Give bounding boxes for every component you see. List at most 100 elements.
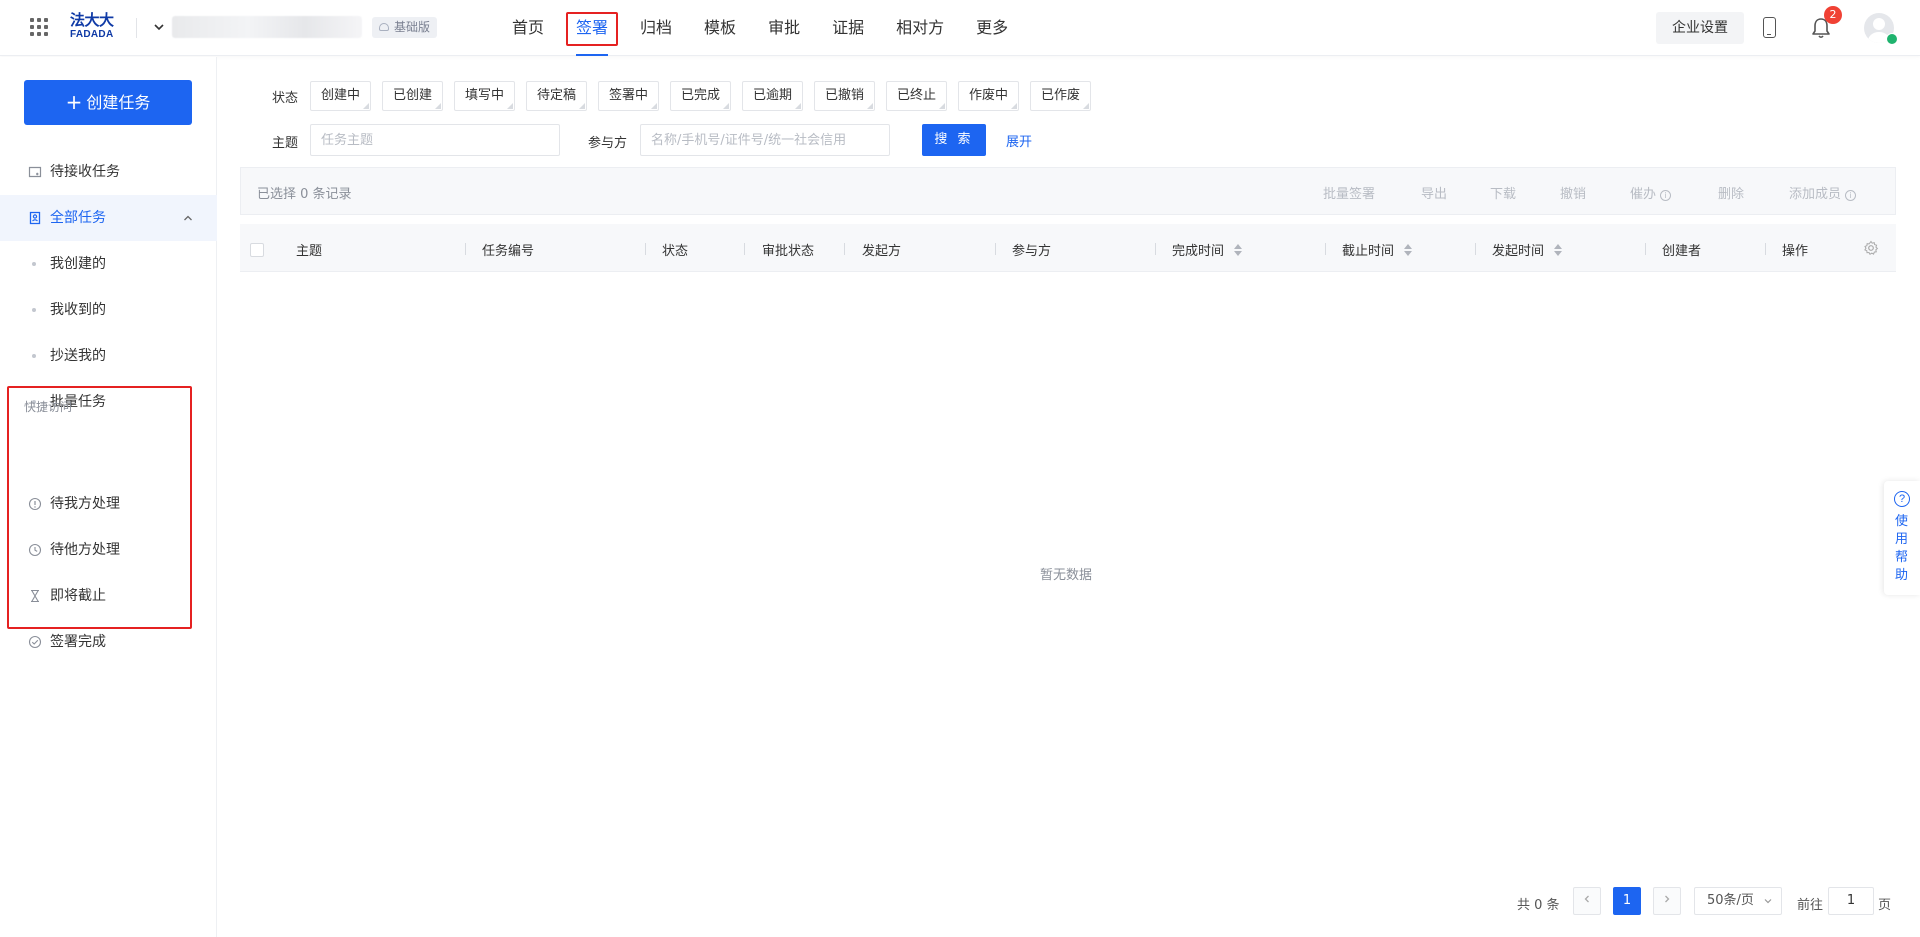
search-button[interactable]: 搜 索 (922, 124, 986, 156)
subject-input[interactable] (310, 124, 560, 156)
status-chip-voided[interactable]: 已作废 (1030, 81, 1092, 111)
document-icon (29, 211, 41, 225)
prev-page-button[interactable] (1573, 887, 1601, 915)
status-chip-terminated[interactable]: 已终止 (886, 81, 948, 111)
sidebar-item-received-by-me[interactable]: 我收到的 (0, 287, 217, 333)
gear-icon[interactable] (1863, 240, 1879, 256)
chevron-up-icon[interactable] (182, 212, 194, 224)
nav-sign[interactable]: 签署 (560, 0, 624, 56)
status-chip-created[interactable]: 已创建 (382, 81, 444, 111)
column-completed-time[interactable]: 完成时间 (1172, 240, 1243, 259)
mobile-icon[interactable] (1763, 17, 1776, 38)
export-button[interactable]: 导出 (1421, 183, 1447, 202)
logo-en: FADADA (70, 29, 114, 40)
sidebar-item-label: 全部任务 (50, 210, 106, 226)
subject-filter-label: 主题 (272, 136, 299, 151)
sidebar-item-pending-receive[interactable]: 待接收任务 (0, 149, 217, 195)
goto-suffix: 页 (1878, 898, 1892, 913)
column-separator (465, 243, 466, 255)
clock-icon (28, 543, 42, 557)
nav-evidence[interactable]: 证据 (816, 0, 880, 56)
sort-icon[interactable] (1554, 244, 1563, 256)
organization-name-blurred[interactable] (172, 16, 362, 38)
help-float-button[interactable]: ? 使用帮助 (1884, 481, 1920, 595)
page-number-current[interactable]: 1 (1613, 887, 1641, 915)
goto-page-input[interactable]: 1 (1828, 887, 1874, 915)
page-size-select[interactable]: 50条/页 (1694, 887, 1782, 915)
revoke-button[interactable]: 撤销 (1560, 183, 1586, 202)
sort-icon[interactable] (1234, 244, 1243, 256)
add-member-button[interactable]: 添加成员 i (1789, 183, 1857, 202)
column-separator (1645, 243, 1646, 255)
nav-home[interactable]: 首页 (496, 0, 560, 56)
create-task-button[interactable]: + 创建任务 (24, 80, 192, 125)
batch-sign-button[interactable]: 批量签署 (1323, 183, 1375, 202)
table-header: 主题 任务编号 状态 审批状态 发起方 参与方 完成时间 截止时间 发起时间 创… (240, 224, 1896, 272)
column-task-number: 任务编号 (482, 244, 535, 259)
status-chip-voiding[interactable]: 作废中 (958, 81, 1020, 111)
participant-input[interactable] (640, 124, 890, 156)
column-separator (645, 243, 646, 255)
status-chip-filling[interactable]: 填写中 (454, 81, 516, 111)
hourglass-icon (31, 589, 39, 603)
column-initiator: 发起方 (862, 244, 902, 259)
column-separator (1155, 243, 1156, 255)
quick-item-signed[interactable]: 签署完成 (0, 619, 217, 665)
sidebar-item-cc-me[interactable]: 抄送我的 (0, 333, 217, 379)
column-separator (1475, 243, 1476, 255)
quick-access-title: 快捷访问 (24, 400, 73, 414)
sidebar-item-created-by-me[interactable]: 我创建的 (0, 241, 217, 287)
column-creator: 创建者 (1662, 244, 1702, 259)
download-button[interactable]: 下载 (1490, 183, 1516, 202)
status-chip-overdue[interactable]: 已逾期 (742, 81, 804, 111)
status-chip-completed[interactable]: 已完成 (670, 81, 732, 111)
nav-template[interactable]: 模板 (688, 0, 752, 56)
delete-button[interactable]: 删除 (1718, 183, 1744, 202)
nav-archive[interactable]: 归档 (624, 0, 688, 56)
chevron-down-icon (1764, 899, 1772, 904)
column-separator (1765, 243, 1766, 255)
quick-item-due-soon[interactable]: 即将截止 (0, 573, 217, 619)
page-size-value: 50条/页 (1707, 893, 1754, 908)
column-subject: 主题 (296, 244, 323, 259)
status-chip-pending-final[interactable]: 待定稿 (526, 81, 588, 111)
create-task-label: 创建任务 (86, 93, 151, 112)
question-icon: ? (1894, 491, 1910, 507)
main-nav: 首页 签署 归档 模板 审批 证据 相对方 更多 (496, 0, 1024, 56)
remind-button[interactable]: 催办 i (1630, 183, 1672, 202)
column-operations: 操作 (1782, 244, 1809, 259)
column-deadline[interactable]: 截止时间 (1342, 240, 1413, 259)
header-divider (136, 18, 137, 38)
status-chip-revoked[interactable]: 已撤销 (814, 81, 876, 111)
logo-cn: 法大大 (70, 11, 114, 29)
info-circle-icon (28, 497, 42, 511)
nav-more[interactable]: 更多 (960, 0, 1024, 56)
enterprise-settings-button[interactable]: 企业设置 (1656, 12, 1744, 44)
sort-icon[interactable] (1404, 244, 1413, 256)
column-separator (995, 243, 996, 255)
select-all-checkbox[interactable] (250, 243, 264, 257)
column-approval-status: 审批状态 (762, 244, 815, 259)
next-page-button[interactable] (1653, 887, 1681, 915)
expand-filters-link[interactable]: 展开 (1006, 131, 1032, 150)
sidebar-item-all-tasks[interactable]: 全部任务 (0, 195, 217, 241)
nav-counterparty[interactable]: 相对方 (880, 0, 960, 56)
help-label: 使用帮助 (1895, 514, 1909, 583)
inbox-icon (28, 166, 42, 178)
quick-item-pending-us[interactable]: 待我方处理 (0, 481, 217, 527)
crown-icon (379, 23, 389, 31)
status-filter-label: 状态 (272, 91, 299, 106)
quick-item-pending-others[interactable]: 待他方处理 (0, 527, 217, 573)
column-initiated-time[interactable]: 发起时间 (1492, 240, 1563, 259)
logo[interactable]: 法大大 FADADA (70, 12, 122, 44)
status-chip-creating[interactable]: 创建中 (310, 81, 372, 111)
chevron-down-icon[interactable] (152, 20, 166, 34)
sidebar-item-label: 抄送我的 (50, 348, 106, 364)
participant-filter-label: 参与方 (588, 136, 628, 151)
sidebar-item-label: 我创建的 (50, 256, 106, 272)
plus-icon: + (65, 90, 83, 114)
quick-item-label: 待我方处理 (50, 496, 120, 512)
nav-approval[interactable]: 审批 (752, 0, 816, 56)
status-chip-signing[interactable]: 签署中 (598, 81, 660, 111)
app-grid-icon[interactable] (30, 18, 48, 36)
